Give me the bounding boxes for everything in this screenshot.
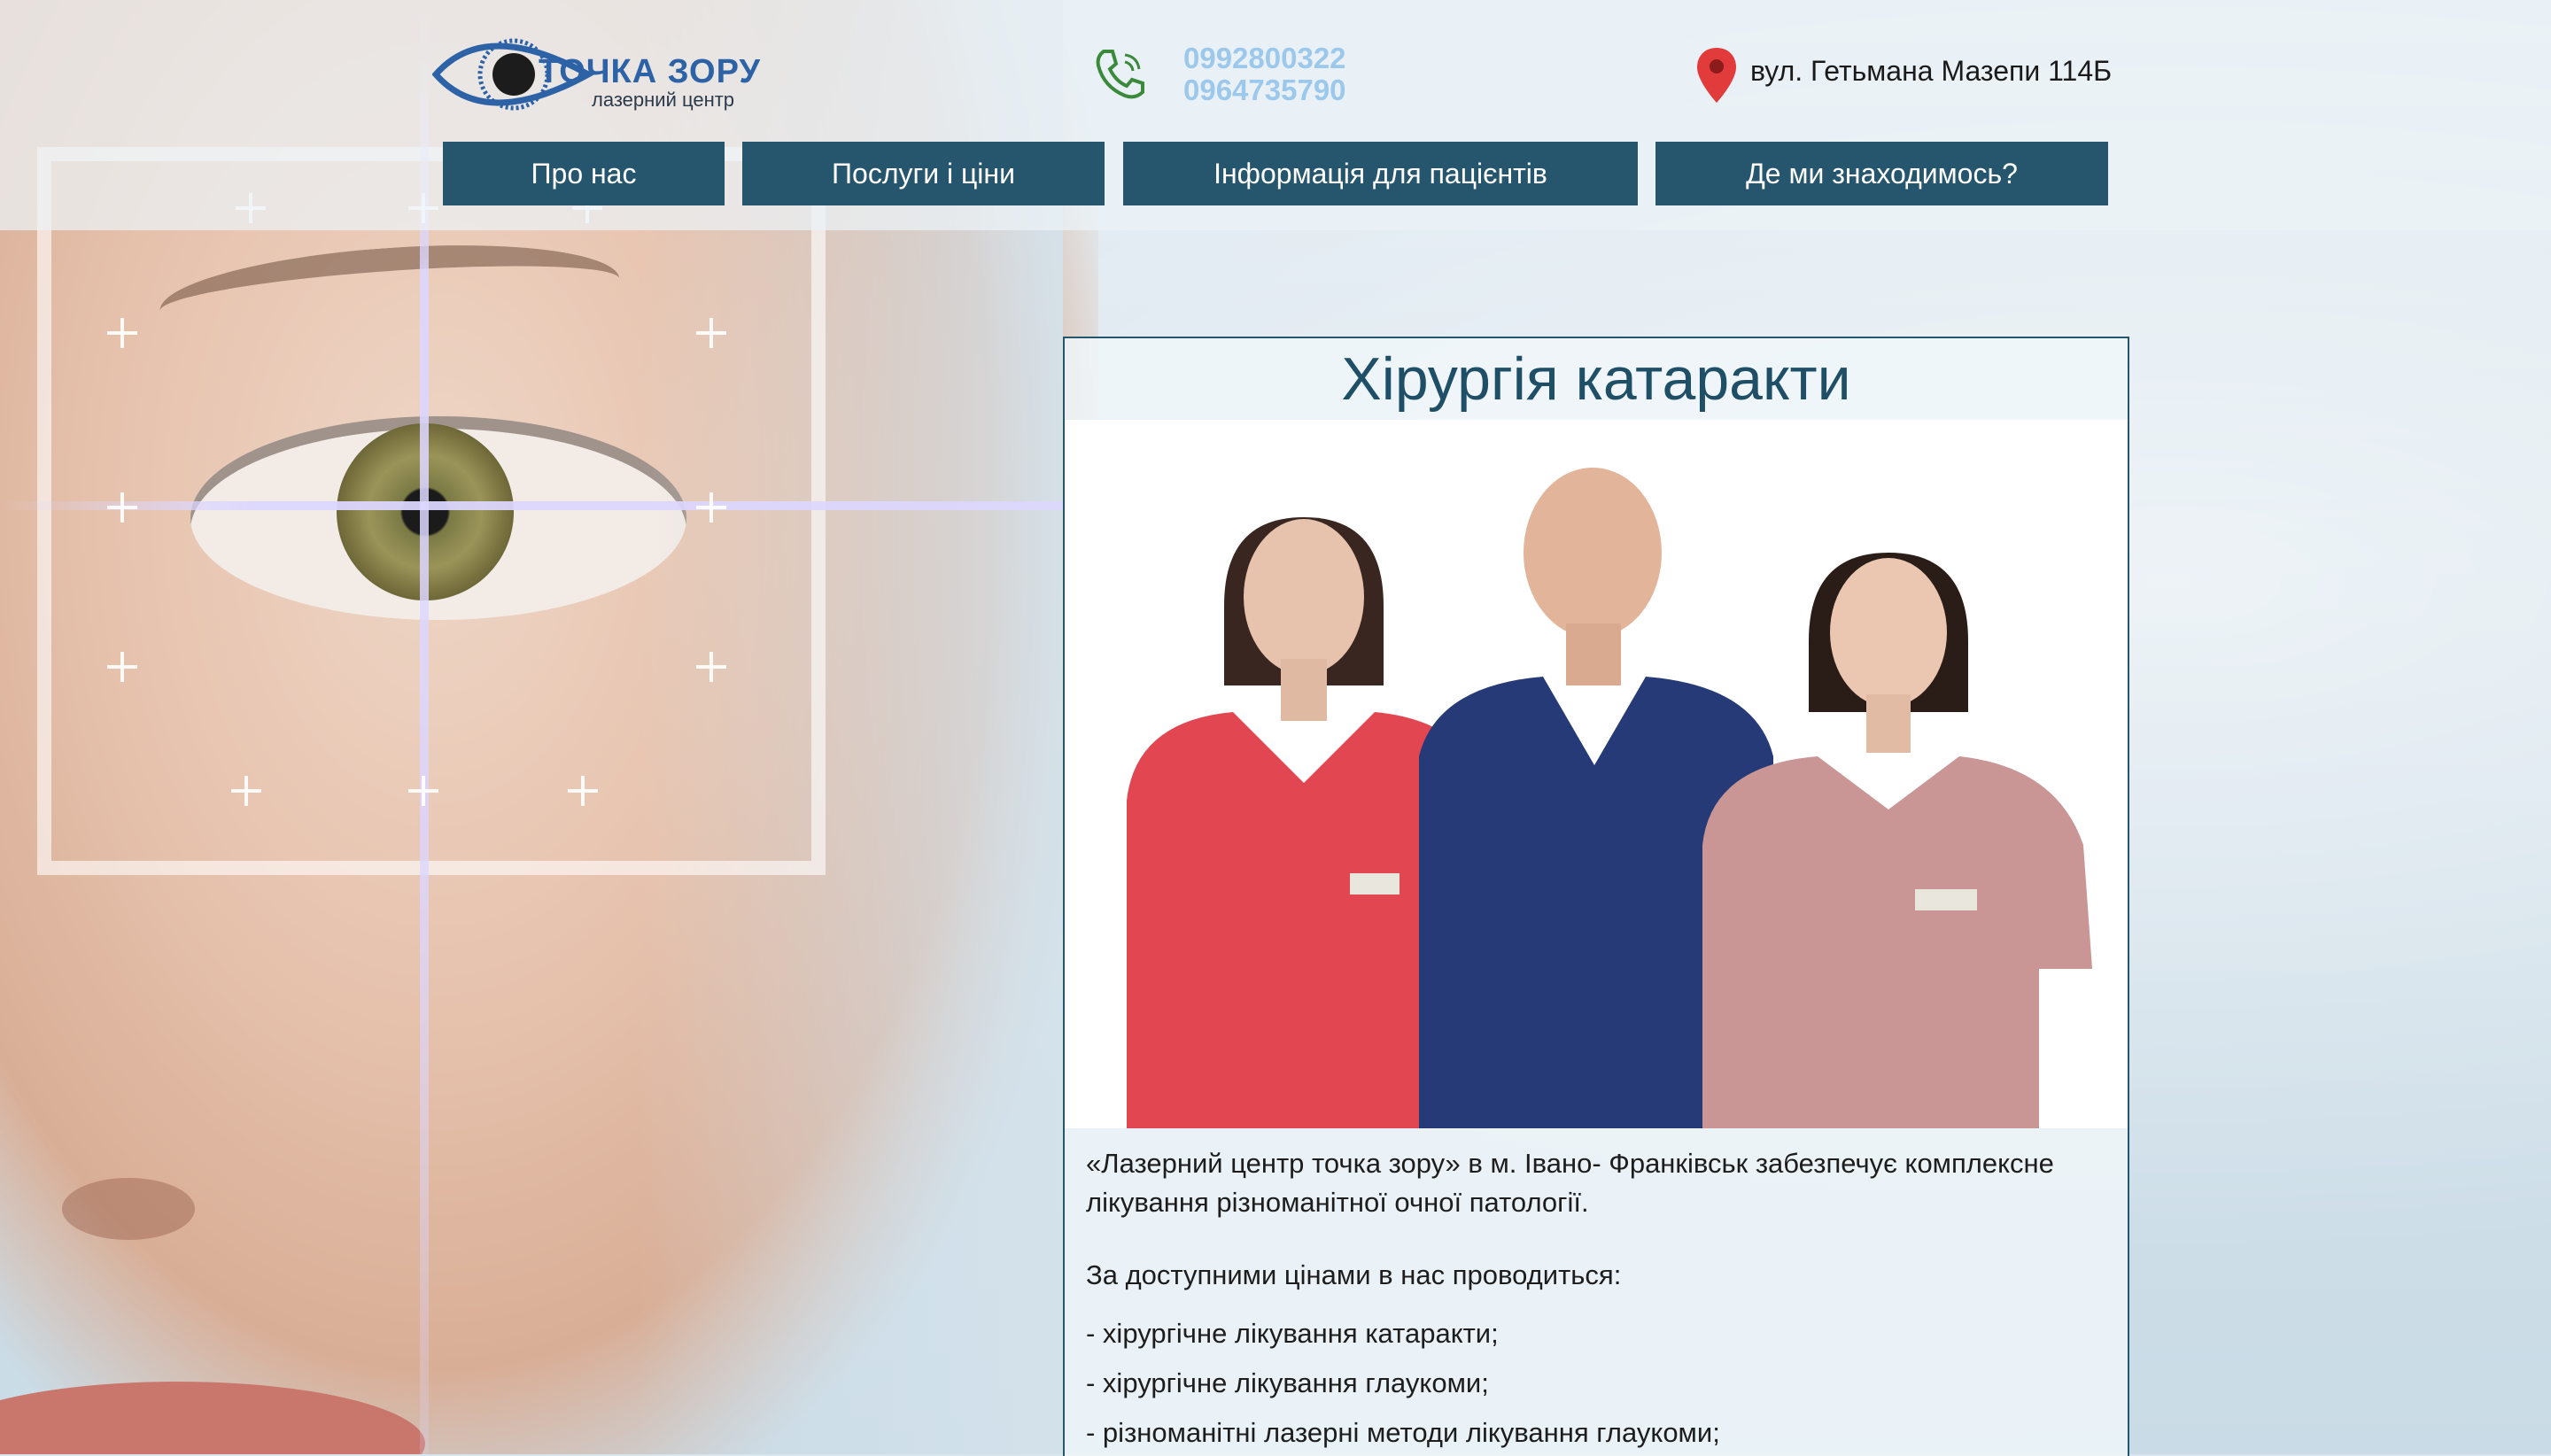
team-photo: [1065, 420, 2128, 1128]
article-body: «Лазерний центр точка зору» в м. Івано- …: [1086, 1144, 2105, 1456]
doctors-image: [1065, 420, 2128, 1128]
plus-marker-icon: [568, 776, 598, 806]
list-item: - хірургічне лікування катаракти;: [1086, 1318, 1499, 1349]
logo-title: ТОЧКА ЗОРУ: [539, 53, 762, 90]
plus-marker-icon: [231, 776, 261, 806]
plus-marker-icon: [696, 318, 726, 348]
site-logo[interactable]: ТОЧКА ЗОРУ лазерний центр: [431, 23, 762, 128]
phone-link-1[interactable]: 0992800322: [1183, 43, 1346, 74]
plus-marker-icon: [696, 652, 726, 682]
nav-about[interactable]: Про нас: [443, 142, 725, 205]
nav-location[interactable]: Де ми знаходимось?: [1655, 142, 2108, 205]
plus-marker-icon: [107, 492, 137, 523]
phone-icon: [1096, 50, 1144, 99]
services-heading: За доступними цінами в нас проводиться:: [1086, 1259, 1622, 1290]
page-title: Хірургія катаракти: [1341, 345, 1851, 413]
plus-marker-icon: [107, 318, 137, 348]
phone-numbers: 0992800322 0964735790: [1183, 43, 1346, 106]
location-pin-icon: [1697, 48, 1736, 103]
plus-marker-icon: [107, 652, 137, 682]
nav-services-prices[interactable]: Послуги і ціни: [742, 142, 1105, 205]
list-item: - хірургічне лікування глаукоми;: [1086, 1367, 1489, 1398]
phone-link-2[interactable]: 0964735790: [1183, 74, 1346, 106]
nav-patient-info[interactable]: Інформація для пацієнтів: [1123, 142, 1638, 205]
intro-paragraph: «Лазерний центр точка зору» в м. Івано- …: [1086, 1148, 2054, 1218]
list-item: - різноманітні лазерні методи лікування …: [1086, 1417, 1720, 1448]
logo-subtitle: лазерний центр: [592, 89, 735, 111]
plus-marker-icon: [696, 492, 726, 523]
plus-marker-icon: [408, 776, 438, 806]
content-card: Хірургія катаракти «Лазерний центр точка…: [1063, 337, 2129, 1456]
address-text: вул. Гетьмана Мазепи 114Б: [1750, 55, 2113, 87]
